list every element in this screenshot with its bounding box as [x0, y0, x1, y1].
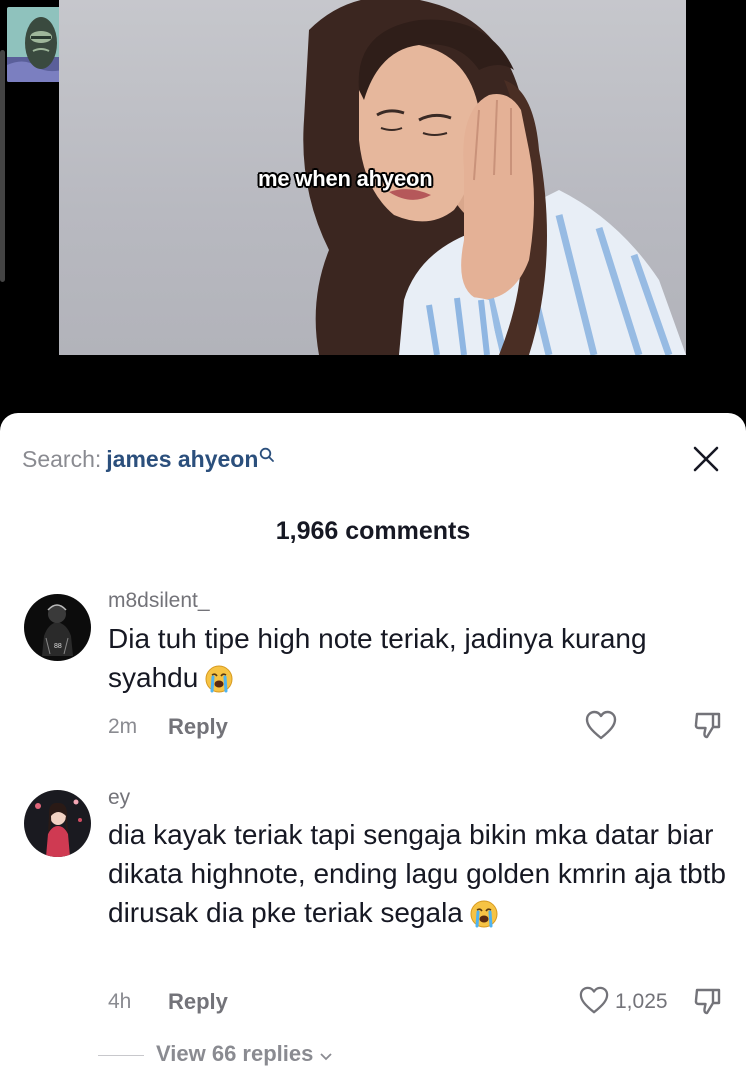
- view-replies-button[interactable]: View 66 replies: [98, 1041, 333, 1068]
- comment-time: 2m: [108, 715, 138, 738]
- comment-text: dia kayak teriak tapi sengaja bikin mka …: [108, 815, 733, 939]
- dislike-icon[interactable]: [692, 709, 724, 746]
- search-prefix: Search:: [22, 446, 102, 472]
- avatar[interactable]: [24, 790, 91, 857]
- reply-button[interactable]: Reply: [168, 989, 228, 1015]
- comments-count: 1,966 comments: [275, 517, 471, 545]
- video-caption: me when ahyeon: [258, 166, 433, 191]
- search-term[interactable]: james ahyeon: [106, 446, 258, 472]
- heart-icon[interactable]: [578, 985, 610, 1020]
- avatar[interactable]: 88: [24, 594, 91, 661]
- reply-button[interactable]: Reply: [168, 714, 228, 740]
- comment-time: 4h: [108, 990, 132, 1013]
- comment-body: dia kayak teriak tapi sengaja bikin mka …: [108, 819, 726, 928]
- chevron-down-icon: [319, 1042, 333, 1068]
- comment-username[interactable]: m8dsilent_: [108, 589, 210, 613]
- divider: [98, 1054, 144, 1056]
- dislike-icon[interactable]: [692, 985, 724, 1022]
- video-player[interactable]: me when ahyeon: [0, 0, 746, 420]
- heart-icon[interactable]: [584, 709, 618, 746]
- comment-text: Dia tuh tipe high note teriak, jadinya k…: [108, 619, 718, 704]
- view-replies-label: View 66 replies: [156, 1041, 314, 1066]
- comment-body: Dia tuh tipe high note teriak, jadinya k…: [108, 623, 647, 693]
- loudly-crying-face-icon: [204, 664, 234, 704]
- search-suggestion[interactable]: Search: james ahyeon: [22, 446, 275, 473]
- loudly-crying-face-icon: [469, 899, 499, 939]
- svg-text:88: 88: [54, 643, 62, 650]
- like-count: 1,025: [615, 990, 668, 1013]
- drag-handle[interactable]: [0, 50, 5, 282]
- close-icon[interactable]: [690, 443, 722, 475]
- comments-sheet: Search: james ahyeon 1,966 comments 88 m8…: [0, 413, 746, 1080]
- search-icon[interactable]: [259, 444, 275, 471]
- comment-username[interactable]: ey: [108, 786, 130, 810]
